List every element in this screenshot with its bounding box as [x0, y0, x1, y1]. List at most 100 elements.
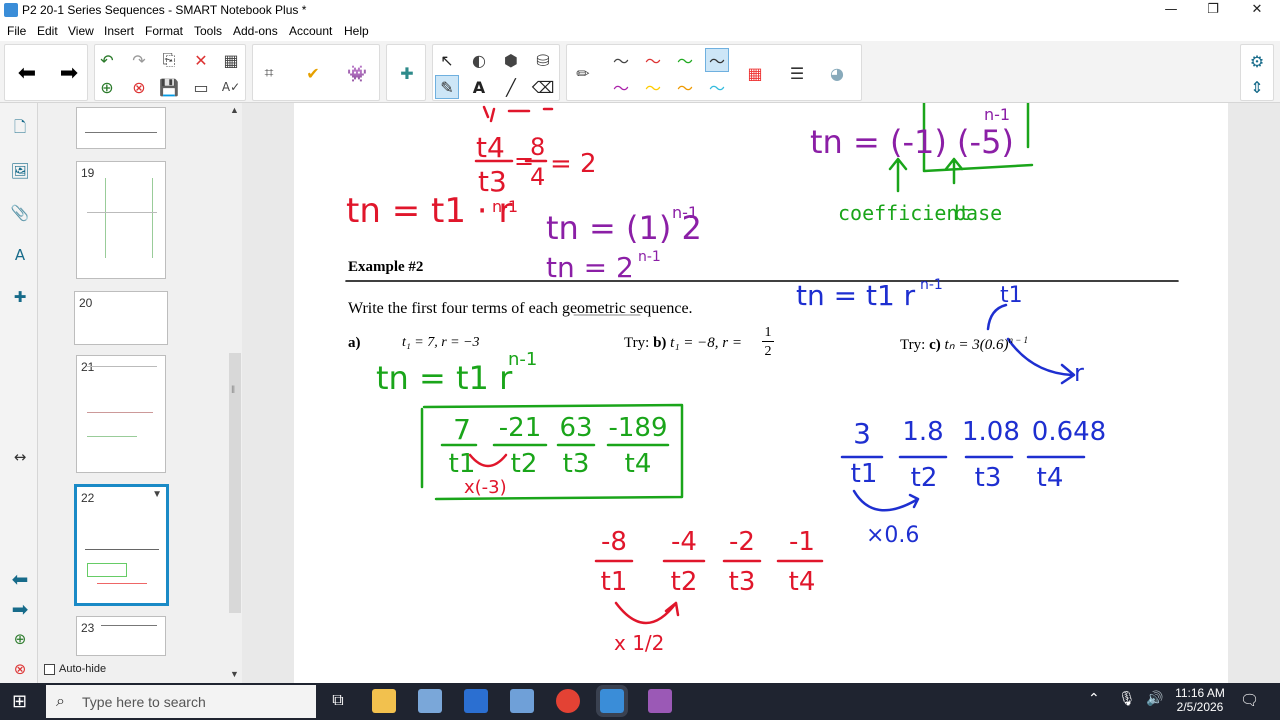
spell-check-icon[interactable]: A✓	[219, 75, 243, 99]
fill-shape-icon[interactable]: ⬢	[499, 48, 523, 72]
add-ons-tab-icon[interactable]: ✚	[8, 285, 32, 309]
capture-icon[interactable]: ⌗	[257, 61, 281, 85]
save-icon[interactable]: 💾	[157, 75, 181, 99]
menu-help[interactable]: Help	[344, 24, 369, 38]
pen-orange-swatch-icon[interactable]: 〜	[673, 75, 697, 99]
menu-view[interactable]: View	[68, 24, 94, 38]
pen-properties-group: ✏ 〜 〜 〜 〜 〜 〜 〜 〜 ▦ ☰ ◕	[566, 44, 862, 101]
toolbar-move-icon[interactable]: ⇕	[1245, 75, 1269, 99]
properties-icon[interactable]: A	[8, 243, 32, 267]
gallery-icon[interactable]: 🖼	[8, 159, 32, 183]
line-style-icon[interactable]: ☰	[785, 61, 809, 85]
eraser-icon[interactable]: ⌫	[531, 75, 555, 99]
response-icon[interactable]: ✔	[301, 61, 325, 85]
blue-label-4: t4	[1036, 463, 1064, 493]
move-sidebar-icon[interactable]: ↔	[8, 445, 32, 469]
chrome-icon[interactable]	[556, 689, 580, 713]
text-icon[interactable]: A	[467, 75, 491, 99]
notebook-page[interactable]: t4 t3 = 8 4 = 2 tn = t1 · r n-1 tn = (1)…	[294, 103, 1228, 683]
sorter-add-page-icon[interactable]: ⊕	[8, 627, 32, 651]
undo-icon[interactable]: ↶	[95, 48, 119, 72]
page-thumbnail-current[interactable]: 22 ▼	[74, 484, 169, 606]
pen-purple-swatch-icon[interactable]: 〜	[609, 75, 633, 99]
autohide-toggle[interactable]: Auto-hide	[44, 663, 106, 675]
clock[interactable]: 11:16 AM 2/5/2026	[1172, 686, 1228, 714]
app-icon-2[interactable]	[464, 689, 488, 713]
app-icon-3[interactable]	[510, 689, 534, 713]
pen-selected-swatch-icon[interactable]: 〜	[705, 48, 729, 72]
red-label-3: t3	[728, 567, 756, 597]
menu-insert[interactable]: Insert	[104, 24, 134, 38]
paste-icon[interactable]: ⎘	[157, 48, 181, 72]
app-icon-4[interactable]	[648, 689, 672, 713]
pen-green-swatch-icon[interactable]: 〜	[673, 48, 697, 72]
tray-chevron-icon[interactable]: ⌃	[1088, 691, 1100, 707]
autohide-checkbox[interactable]	[44, 663, 55, 675]
delete-icon[interactable]: ✕	[189, 48, 213, 72]
select-icon[interactable]: ↖	[435, 48, 459, 72]
sorter-previous-icon[interactable]: ⬅	[8, 567, 32, 591]
page-thumbnail[interactable]: 20	[74, 291, 168, 345]
next-page-icon[interactable]: ➡	[57, 61, 81, 86]
sorter-next-icon[interactable]: ➡	[8, 597, 32, 621]
sidebar-splitter[interactable]: ▲ ‖ ▼	[228, 103, 242, 683]
splitter-down-icon[interactable]: ▼	[230, 669, 239, 679]
instruction-pre: Write the first four terms of each	[348, 300, 562, 317]
menu-edit[interactable]: Edit	[37, 24, 58, 38]
menu-addons[interactable]: Add-ons	[233, 24, 278, 38]
previous-page-icon[interactable]: ⬅	[15, 61, 39, 86]
chevron-down-icon[interactable]: ▼	[152, 489, 162, 500]
menu-account[interactable]: Account	[289, 24, 332, 38]
menu-tools[interactable]: Tools	[194, 24, 222, 38]
pen-icon[interactable]: ✏	[571, 61, 595, 85]
app-icon-1[interactable]	[418, 689, 442, 713]
screen-shade-icon[interactable]: ▭	[189, 75, 213, 99]
problem-a-text: t₁ = 7, r = −3	[402, 335, 480, 350]
add-page-icon[interactable]: ⊕	[95, 75, 119, 99]
smart-notebook-taskbar-icon[interactable]	[596, 685, 628, 717]
volume-icon[interactable]: 🔊	[1146, 691, 1163, 707]
smart-lab-icon[interactable]: 👾	[345, 61, 369, 85]
page-thumbnail[interactable]: 23	[76, 616, 166, 656]
attachments-icon[interactable]: 📎	[8, 201, 32, 225]
table-icon[interactable]: ▦	[219, 48, 243, 72]
pen-yellow-swatch-icon[interactable]: 〜	[641, 75, 665, 99]
splitter-grip-icon[interactable]: ‖	[231, 385, 235, 396]
task-view-icon[interactable]: ⧉	[326, 689, 350, 713]
close-button[interactable]: ✕	[1234, 0, 1280, 21]
notifications-icon[interactable]: 🗨	[1240, 691, 1259, 709]
pen-cyan-swatch-icon[interactable]: 〜	[705, 75, 729, 99]
taskbar-search-box[interactable]: ⌕ Type here to search	[46, 685, 316, 718]
page-thumbnail[interactable]: 19	[76, 161, 166, 279]
redo-icon[interactable]: ↷	[127, 48, 151, 72]
menu-file[interactable]: File	[7, 24, 26, 38]
page-thumbnail[interactable]: 21	[76, 355, 166, 473]
page-sorter-icon[interactable]: 🗋	[8, 117, 32, 141]
ink-purple-top-term: tn = (-1) (-5)	[810, 123, 1014, 161]
restore-button[interactable]: ❐	[1190, 0, 1236, 21]
pen-black-swatch-icon[interactable]: 〜	[609, 48, 633, 72]
menu-format[interactable]: Format	[145, 24, 183, 38]
page-thumbnail[interactable]	[76, 107, 166, 149]
ink-red-arc-b	[614, 601, 680, 625]
ink-red-general-exp: n-1	[492, 197, 519, 216]
microphone-icon[interactable]: 🎙	[1118, 691, 1136, 707]
delete-page-icon[interactable]: ⊗	[127, 75, 151, 99]
sidebar-tabs: 🗋 🖼 📎 A ✚ ↔ ⬅ ➡ ⊕ ⊗	[0, 103, 38, 683]
fill-effects-icon[interactable]: ◕	[825, 61, 849, 85]
gear-icon[interactable]: ⚙	[1245, 49, 1269, 73]
canvas-scrollbar[interactable]	[1266, 103, 1280, 683]
pen-tools-icon[interactable]: ✎	[435, 75, 459, 99]
windows-start-icon[interactable]: ⊞	[12, 691, 27, 712]
shapes-icon[interactable]: ◐	[467, 48, 491, 72]
line-icon[interactable]: ╱	[499, 75, 523, 99]
minimize-button[interactable]: —	[1148, 0, 1194, 21]
pen-red-swatch-icon[interactable]: 〜	[641, 48, 665, 72]
add-ons-icon[interactable]: ✚	[395, 61, 419, 85]
workspace: t4 t3 = 8 4 = 2 tn = t1 · r n-1 tn = (1)…	[242, 103, 1280, 683]
splitter-up-icon[interactable]: ▲	[230, 105, 239, 115]
file-explorer-icon[interactable]	[372, 689, 396, 713]
fill-icon[interactable]: ⛁	[531, 48, 555, 72]
sorter-delete-page-icon[interactable]: ⊗	[8, 657, 32, 681]
color-palette-icon[interactable]: ▦	[743, 61, 767, 85]
